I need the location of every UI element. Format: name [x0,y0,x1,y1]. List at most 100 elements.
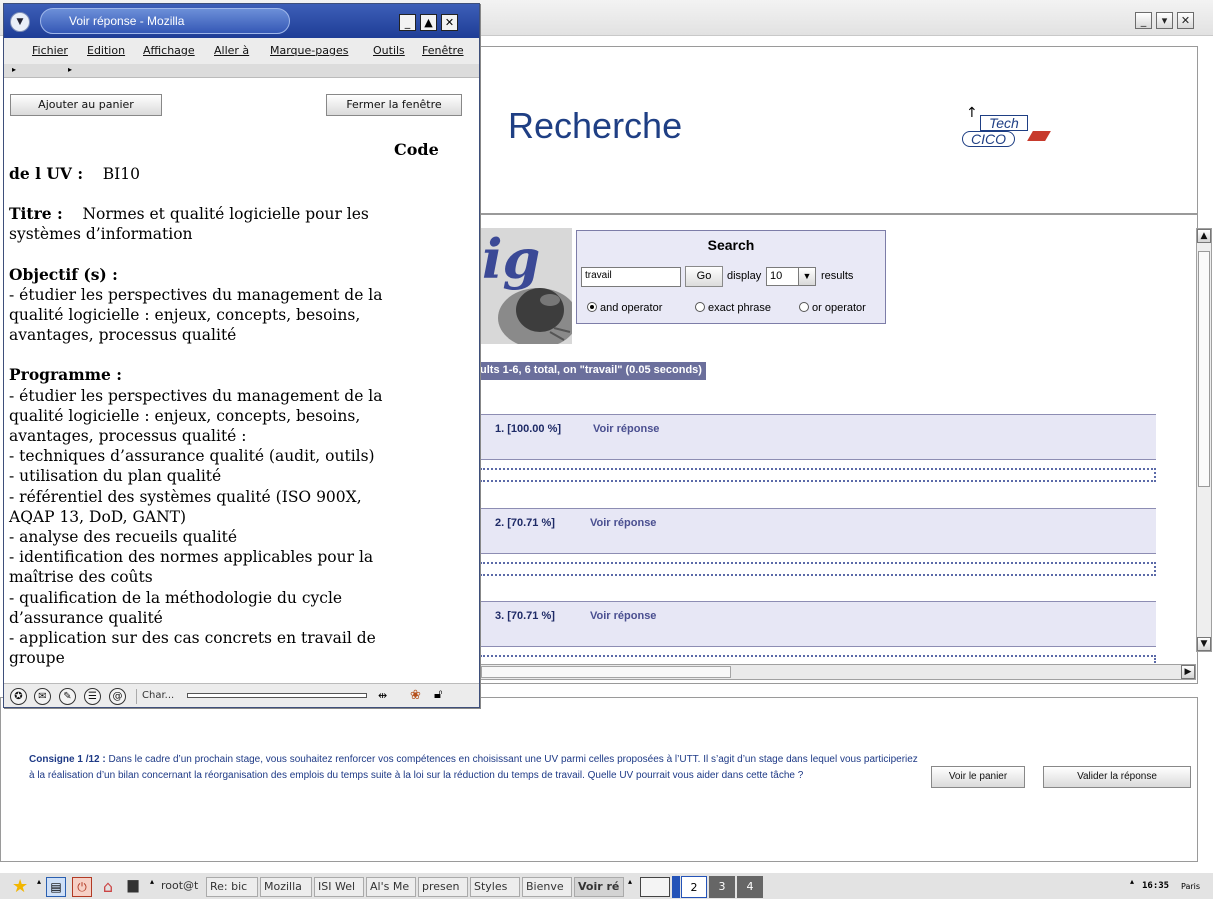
kde-menu-icon[interactable]: ★ [12,877,32,897]
composer-icon[interactable]: ✎ [59,688,76,705]
programme-line: maîtrise des coûts [9,568,153,587]
programme-line: avantages, processus qualité : [9,427,247,446]
menu-affichage[interactable]: Affichage [143,44,195,57]
uv-details: de l UV : BI10 Titre : Normes et qualité… [9,164,464,668]
menu-fichier[interactable]: Fichier [32,44,68,57]
objectif-line: qualité logicielle : enjeux, concepts, b… [9,306,361,325]
menu-fenetre[interactable]: Fenêtre [422,44,464,57]
radio-selected-icon [587,302,597,312]
radio-label: exact phrase [708,302,771,314]
house-icon[interactable]: ⌂ [98,877,118,897]
task-root[interactable]: root@t [158,877,204,897]
status-bar: ✪ ✉ ✎ ☰ @ Char... ⇹ ❀ 🔓︎ [4,683,479,707]
menu-marque-pages[interactable]: Marque-pages [270,44,348,57]
view-cart-button[interactable]: Voir le panier [931,766,1025,788]
window-menu-icon[interactable]: ▼ [10,12,30,32]
and-operator-radio[interactable]: and operator [587,302,662,314]
search-form: Search travail Go display 10 ▼ results a… [576,230,886,324]
result-link[interactable]: Voir réponse [593,423,659,435]
scroll-up-icon[interactable]: ▲ [1197,229,1211,243]
programme-line: - référentiel des systèmes qualité (ISO … [9,487,362,506]
maximize-icon[interactable]: ▾ [1156,12,1173,29]
programme-line: - analyse des recueils qualité [9,528,238,547]
scroll-down-icon[interactable]: ▼ [1197,637,1211,651]
cookie-icon[interactable]: ❀ [410,688,421,703]
applet-handle-icon[interactable]: ▴ [628,877,632,886]
close-icon[interactable]: ✕ [441,14,458,31]
divider [136,689,137,704]
lock-icon[interactable]: 🔓︎ [434,687,442,702]
mail-icon[interactable]: ✉ [34,688,51,705]
vertical-scrollbar[interactable]: ▲ ▼ [1196,228,1212,652]
progress-bar [187,693,367,698]
home-icon[interactable]: ▤ [46,877,66,897]
chat-icon[interactable]: @ [109,688,126,705]
add-to-cart-button[interactable]: Ajouter au panier [10,94,162,116]
or-operator-radio[interactable]: or operator [799,302,866,314]
task-voir-reponse[interactable]: Voir ré [574,877,624,897]
applet-handle-icon[interactable]: ▴ [37,877,41,886]
maximize-icon[interactable]: ▲ [420,14,437,31]
online-icon[interactable]: ⇹ [378,689,387,702]
popup-window: ▼ Voir réponse - Mozilla _ ▲ ✕ Fichier E… [3,3,480,708]
programme-line: - techniques d’assurance qualité (audit,… [9,447,375,466]
display-label: display [727,270,762,282]
logo-swoosh [1027,131,1051,141]
clock[interactable]: 16:35 [1142,881,1169,891]
task-bienve[interactable]: Bienve [522,877,572,897]
result-separator [480,562,1156,576]
applet-handle-icon[interactable]: ▴ [1130,877,1134,886]
grippy-icon[interactable]: ▸ [68,65,72,74]
title-value: Normes et qualité logicielle pour les [82,205,369,224]
uv-code-value: BI10 [102,165,141,183]
htdig-logo: ig [480,228,572,344]
task-isi-web[interactable]: ISI Wel [314,877,364,897]
programme-line: - identification des normes applicables … [9,548,374,567]
clock-location: Paris [1181,882,1201,891]
menu-edition[interactable]: Edition [87,44,125,57]
navigator-icon[interactable]: ✪ [10,688,27,705]
scroll-thumb[interactable] [1198,251,1210,487]
power-icon[interactable]: ⏻ [72,877,92,897]
task-re-bic[interactable]: Re: bic [206,877,258,897]
applet-handle-icon[interactable]: ▴ [150,877,154,886]
result-separator [480,655,1156,663]
result-link[interactable]: Voir réponse [590,517,656,529]
chevron-down-icon: ▼ [798,268,815,285]
menu-aller[interactable]: Aller à [214,44,249,57]
svg-text:ig: ig [482,228,540,291]
task-mozilla[interactable]: Mozilla [260,877,312,897]
radio-label: and operator [600,302,663,314]
menu-outils[interactable]: Outils [373,44,405,57]
desktop-3[interactable]: 3 [709,876,735,898]
task-als-me[interactable]: Al's Me [366,877,416,897]
search-input[interactable]: travail [581,267,681,287]
task-styles[interactable]: Styles [470,877,520,897]
minimize-icon[interactable]: _ [399,14,416,31]
objectif-line: - étudier les perspectives du management… [9,285,383,304]
scroll-right-icon[interactable]: ▶ [1181,665,1195,679]
programme-line: AQAP 13, DoD, GANT) [9,507,187,526]
close-window-button[interactable]: Fermer la fenêtre [326,94,462,116]
result-row: 3. [70.71 %] Voir réponse [480,601,1156,647]
desktop-2[interactable]: 2 [681,876,707,898]
validate-answer-button[interactable]: Valider la réponse [1043,766,1191,788]
horizontal-scrollbar[interactable]: ▶ [480,664,1196,680]
address-book-icon[interactable]: ☰ [84,688,101,705]
task-label: Consigne 1 [29,754,83,765]
logo-top-word: Tech [980,115,1028,131]
scroll-thumb[interactable] [481,666,731,678]
desktop-4[interactable]: 4 [737,876,763,898]
desktop-1-icon[interactable] [640,877,670,897]
result-separator [480,468,1156,482]
result-score: 2. [70.71 %] [495,517,555,529]
terminal-icon[interactable]: ▆ [123,877,143,897]
grippy-icon[interactable]: ▸ [12,65,16,74]
result-link[interactable]: Voir réponse [590,610,656,622]
results-count-select[interactable]: 10 ▼ [766,267,816,286]
close-icon[interactable]: ✕ [1177,12,1194,29]
exact-phrase-radio[interactable]: exact phrase [695,302,771,314]
task-presen[interactable]: presen [418,877,468,897]
minimize-icon[interactable]: _ [1135,12,1152,29]
go-button[interactable]: Go [685,266,723,287]
